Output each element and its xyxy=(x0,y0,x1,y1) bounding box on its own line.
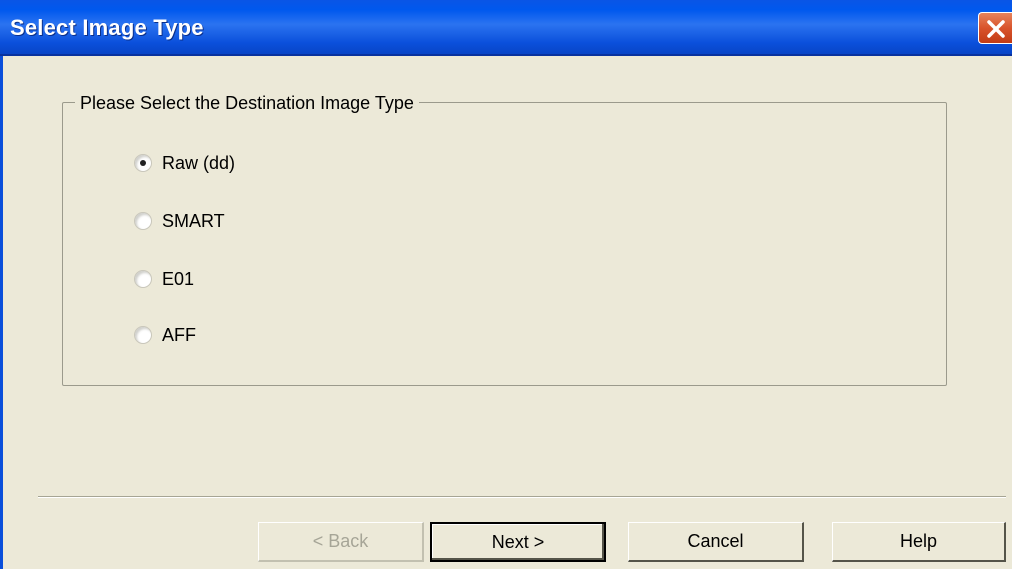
radio-button[interactable] xyxy=(134,212,152,230)
radio-label: E01 xyxy=(162,268,195,289)
radio-button[interactable] xyxy=(134,326,152,344)
radio-e01[interactable]: E01 xyxy=(134,266,194,292)
window-border xyxy=(0,56,3,569)
radio-aff[interactable]: AFF xyxy=(134,322,196,348)
radio-raw-dd[interactable]: Raw (dd) xyxy=(134,150,235,176)
help-button[interactable]: Help xyxy=(832,522,1006,562)
window-title: Select Image Type xyxy=(10,15,204,40)
close-icon xyxy=(987,20,1005,38)
cancel-button[interactable]: Cancel xyxy=(628,522,804,562)
title-bar[interactable]: Select Image Type xyxy=(0,0,1012,56)
next-button[interactable]: Next > xyxy=(430,522,606,562)
dialog-window: Select Image Type Please Select the Dest… xyxy=(0,0,1012,569)
radio-label: Raw (dd) xyxy=(162,152,236,173)
radio-label: SMART xyxy=(162,210,225,231)
back-button[interactable]: < Back xyxy=(258,522,424,562)
radio-button[interactable] xyxy=(134,154,152,172)
radio-label: AFF xyxy=(162,324,196,345)
group-legend: Please Select the Destination Image Type xyxy=(75,92,419,114)
radio-button[interactable] xyxy=(134,270,152,288)
close-button[interactable] xyxy=(978,12,1012,44)
button-separator xyxy=(38,496,1006,498)
radio-smart[interactable]: SMART xyxy=(134,208,225,234)
radio-selected-dot xyxy=(140,160,146,166)
